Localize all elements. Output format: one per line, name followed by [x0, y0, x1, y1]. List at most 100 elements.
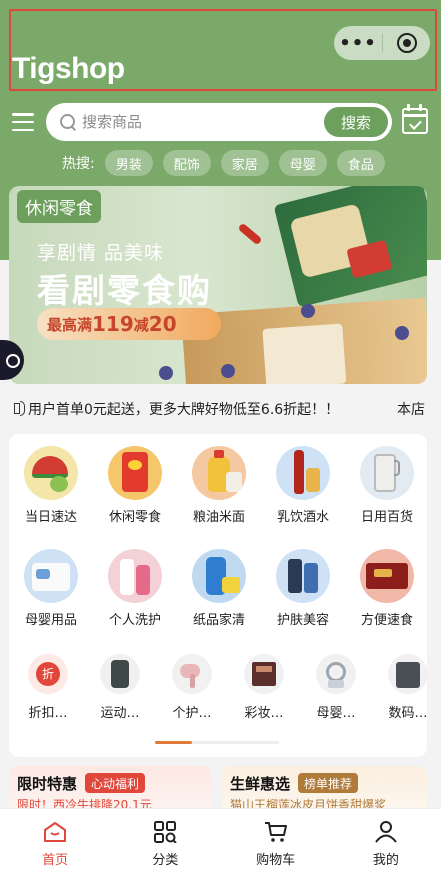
category-item[interactable]: 方便速食 [345, 549, 427, 628]
category-label: 个人洗护 [108, 613, 161, 628]
oil-bottle-icon [192, 446, 246, 500]
category-label: 母婴用品 [24, 613, 77, 628]
shampoo-icon [108, 549, 162, 603]
tab-label: 我的 [372, 853, 399, 868]
banner-berry [395, 326, 409, 340]
banner-berry [159, 366, 173, 380]
digital-device-icon [388, 654, 427, 694]
hot-tag[interactable]: 食品 [336, 150, 385, 176]
notice-text: 用户首单0元起送，更多大牌好物低至6.6折起！！ [28, 402, 340, 418]
category-item[interactable]: 母婴用品 [9, 549, 93, 628]
fresh-picks-card[interactable]: 生鲜惠选 榜单推荐 猫山王榴莲冰皮月饼香甜爆浆 [222, 766, 427, 814]
banner-berry [221, 364, 235, 378]
promo-mid: 减 [133, 315, 149, 334]
search-input[interactable] [82, 113, 312, 131]
subcategory-item[interactable]: 数码… [373, 654, 427, 721]
watermelon-icon [24, 446, 78, 500]
baby-monitor-icon [316, 654, 356, 694]
thermos-icon [360, 446, 414, 500]
category-label: 乳饮酒水 [276, 510, 329, 525]
category-label: 粮油米面 [192, 510, 245, 525]
banner-pepper [237, 222, 263, 246]
subcategory-item[interactable]: 运动… [85, 654, 155, 721]
notice-store-link[interactable]: 本店 [397, 399, 425, 419]
category-item[interactable]: 休闲零食 [93, 446, 177, 525]
subcategory-label: 数码… [388, 706, 427, 721]
category-icon [154, 821, 178, 843]
hair-dryer-icon [172, 654, 212, 694]
hot-tag[interactable]: 配饰 [162, 150, 211, 176]
promo-amount-1: 119 [92, 312, 134, 336]
menu-icon[interactable] [12, 113, 34, 131]
flash-sale-badge: 心动福利 [85, 773, 146, 793]
tab-label: 购物车 [256, 853, 296, 868]
promo-banner[interactable]: 休闲零食 享剧情 品美味 看剧零食购 最高满 119 减 20 [9, 186, 427, 384]
hot-search-row: 热搜: 男装 配饰 家居 母婴 食品 [62, 150, 385, 176]
subcategory-label: 折扣… [28, 706, 68, 721]
discount-icon: 折 [28, 654, 68, 694]
category-label: 休闲零食 [108, 510, 161, 525]
tab-label: 首页 [42, 853, 69, 868]
speaker-icon [14, 400, 25, 416]
chips-icon [108, 446, 162, 500]
tab-profile[interactable]: 我的 [331, 809, 441, 885]
cart-icon [264, 822, 287, 842]
notice-bar: 用户首单0元起送，更多大牌好物低至6.6折起！！ 本店 [0, 394, 441, 422]
miniapp-capsule: ••• [334, 26, 430, 60]
fresh-picks-badge: 榜单推荐 [298, 773, 359, 793]
category-item[interactable]: 当日速达 [9, 446, 93, 525]
category-item[interactable]: 护肤美容 [261, 549, 345, 628]
category-item[interactable]: 粮油米面 [177, 446, 261, 525]
category-item[interactable]: 纸品家清 [177, 549, 261, 628]
diaper-icon [24, 549, 78, 603]
detergent-icon [192, 549, 246, 603]
category-item[interactable]: 个人洗护 [93, 549, 177, 628]
banner-badge: 休闲零食 [17, 190, 101, 223]
promo-prefix: 最高满 [47, 315, 93, 334]
category-label: 当日速达 [24, 510, 77, 525]
flash-sale-card[interactable]: 限时特惠 心动福利 限时！西冷牛排降20.1元 [9, 766, 212, 814]
banner-subtitle: 享剧情 品美味 [37, 242, 165, 264]
hot-tag[interactable]: 母婴 [278, 150, 327, 176]
subcategory-item[interactable]: 母婴… [301, 654, 371, 721]
hot-search-label: 热搜: [62, 156, 95, 172]
tab-home[interactable]: 首页 [0, 809, 110, 885]
banner-title: 看剧零食购 [37, 271, 212, 310]
instant-food-icon [360, 549, 414, 603]
subcategory-item[interactable]: 彩妆… [229, 654, 299, 721]
app-logo: Tigshop [12, 52, 125, 85]
hot-tag[interactable]: 家居 [220, 150, 269, 176]
subcategory-item[interactable]: 个护… [157, 654, 227, 721]
search-bar[interactable]: 搜索 [46, 103, 392, 141]
category-grid: 当日速达 休闲零食 粮油米面 乳饮酒水 日用百货 母婴用品 个人洗护 纸品家清 … [9, 434, 427, 757]
category-item[interactable]: 乳饮酒水 [261, 446, 345, 525]
tab-cart[interactable]: 购物车 [221, 809, 331, 885]
category-item[interactable]: 日用百货 [345, 446, 427, 525]
scroll-indicator [155, 741, 279, 744]
category-label: 方便速食 [360, 613, 413, 628]
cola-bottle-icon [276, 446, 330, 500]
subcategory-label: 个护… [172, 706, 212, 721]
home-icon [44, 822, 67, 842]
more-dots-icon[interactable]: ••• [334, 33, 382, 54]
discount-badge: 折 [36, 662, 60, 686]
bottom-tab-bar: 首页 分类 购物车 我的 [0, 808, 441, 885]
close-miniapp-button[interactable] [383, 33, 430, 53]
search-button[interactable]: 搜索 [324, 107, 388, 137]
skincare-icon [276, 549, 330, 603]
banner-berry [301, 304, 315, 318]
subcategory-item[interactable]: 折 折扣… [13, 654, 83, 721]
flash-sale-title: 限时特惠 [17, 775, 78, 793]
subcategory-label: 运动… [100, 706, 140, 721]
banner-snack-bag [273, 186, 427, 308]
banner-promo-pill: 最高满 119 减 20 [37, 308, 221, 340]
subcategory-label: 母婴… [316, 706, 356, 721]
tab-category[interactable]: 分类 [110, 809, 220, 885]
hot-tag[interactable]: 男装 [104, 150, 153, 176]
fresh-picks-title: 生鲜惠选 [230, 775, 291, 793]
promo-amount-2: 20 [148, 312, 177, 336]
category-label: 日用百货 [360, 510, 413, 525]
makeup-palette-icon [244, 654, 284, 694]
search-icon [60, 114, 76, 130]
calendar-check-icon[interactable] [402, 104, 428, 134]
